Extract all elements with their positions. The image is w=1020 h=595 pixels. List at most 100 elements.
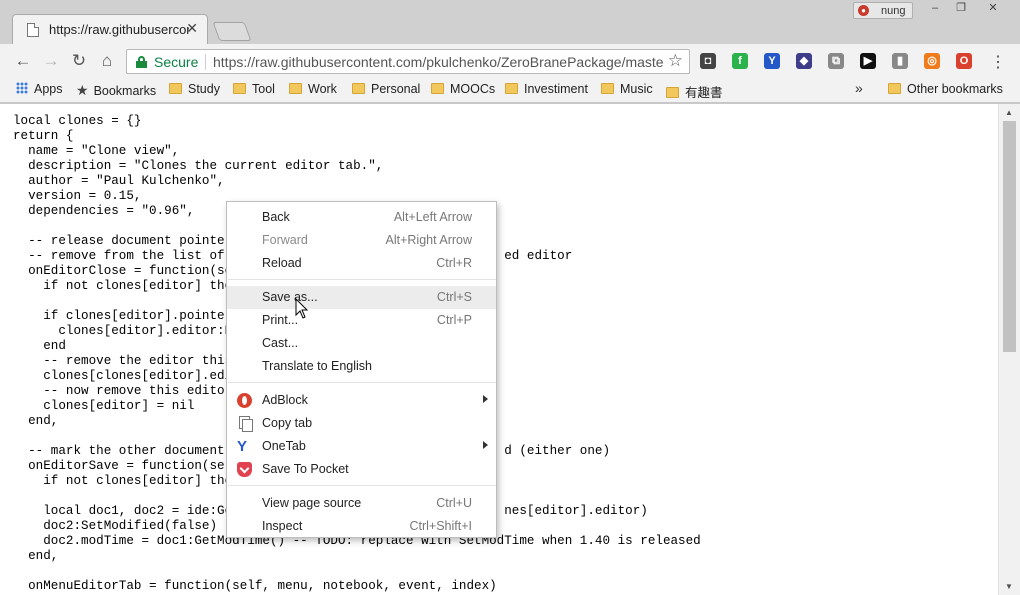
lock-icon xyxy=(136,56,147,68)
bookmark-folder-music[interactable]: Music xyxy=(601,82,653,96)
menu-item-label: Cast... xyxy=(262,336,299,350)
pocket-icon[interactable]: ◘ xyxy=(700,53,716,69)
title-bar: https://raw.githubusercontent.com/pkulch… xyxy=(0,0,1020,44)
bookmark-label: MOOCs xyxy=(450,82,496,96)
bookmark-label: Investiment xyxy=(524,82,588,96)
feedly-icon[interactable]: f xyxy=(732,53,748,69)
mouse-pointer-icon xyxy=(295,298,309,319)
bookmark-folder-work[interactable]: Work xyxy=(289,82,337,96)
bookmark-folder-personal[interactable]: Personal xyxy=(352,82,420,96)
menu-item-translate[interactable]: Translate to English xyxy=(227,355,496,378)
scroll-thumb[interactable] xyxy=(1003,121,1016,352)
browser-tab[interactable]: https://raw.githubusercontent.com/pkulch… xyxy=(12,14,208,44)
code-line: onMenuEditorTab = function(self, menu, n… xyxy=(13,579,497,593)
menu-item-cast[interactable]: Cast... xyxy=(227,332,496,355)
menu-item-label: OneTab xyxy=(262,439,306,453)
terminal-icon[interactable]: ▶ xyxy=(860,53,876,69)
folder-icon xyxy=(601,83,614,94)
bookmark-folder-investiment[interactable]: Investiment xyxy=(505,82,588,96)
bookmark-folder-study[interactable]: Study xyxy=(169,82,220,96)
scroll-up-arrow-icon[interactable]: ▲ xyxy=(1005,108,1013,117)
new-tab-button[interactable] xyxy=(212,22,252,41)
minimize-button[interactable]: – xyxy=(924,2,946,16)
copy-tab-icon[interactable]: ⧉ xyxy=(828,53,844,69)
tab-close-button[interactable]: ✕ xyxy=(186,20,198,37)
back-button[interactable]: ← xyxy=(12,50,34,72)
menu-item-adblock[interactable]: AdBlock xyxy=(227,389,496,412)
menu-item-shortcut: Alt+Right Arrow xyxy=(385,233,473,247)
code-line: end, xyxy=(13,549,59,563)
menu-item-back[interactable]: Back Alt+Left Arrow xyxy=(227,206,496,229)
bookmark-bookmarks[interactable]: ★ Bookmarks xyxy=(76,82,156,99)
folder-icon xyxy=(431,83,444,94)
bookmark-label: Tool xyxy=(252,82,275,96)
profile-button[interactable]: ● nung xyxy=(853,2,913,19)
menu-item-onetab[interactable]: Y OneTab xyxy=(227,435,496,458)
apps-icon xyxy=(16,82,28,94)
code-line: return { xyxy=(13,129,74,143)
star-icon: ★ xyxy=(76,82,89,98)
menu-item-shortcut: Ctrl+U xyxy=(436,496,472,510)
bookmark-label: Study xyxy=(188,82,220,96)
menu-separator xyxy=(228,279,496,280)
bookmark-folder-fun[interactable]: 有趣書 xyxy=(666,82,723,101)
address-bar[interactable]: Secure https://raw.githubusercontent.com… xyxy=(126,49,690,74)
onetab-icon[interactable]: Y xyxy=(764,53,780,69)
window-close-button[interactable]: ✕ xyxy=(982,2,1004,16)
adblock-icon[interactable]: O xyxy=(956,53,972,69)
menu-item-label: Forward xyxy=(262,233,308,247)
reader-icon[interactable]: ▮ xyxy=(892,53,908,69)
code-line: local clones = {} xyxy=(13,114,142,128)
maximize-button[interactable]: ❐ xyxy=(950,2,972,16)
folder-icon xyxy=(233,83,246,94)
bookmark-folder-other[interactable]: Other bookmarks xyxy=(888,82,1003,96)
scroll-down-arrow-icon[interactable]: ▼ xyxy=(1005,582,1013,591)
bookmark-star-icon[interactable]: ☆ xyxy=(668,51,683,71)
menu-item-label: Inspect xyxy=(262,519,303,533)
toolbar: ← → ↻ ⌂ Secure https://raw.githubusercon… xyxy=(0,44,1020,78)
folder-icon xyxy=(352,83,365,94)
home-button[interactable]: ⌂ xyxy=(96,50,118,72)
menu-item-label: Copy tab xyxy=(262,416,313,430)
bookmark-folder-tool[interactable]: Tool xyxy=(233,82,275,96)
submenu-arrow-icon xyxy=(483,395,488,403)
menu-item-label: Save as... xyxy=(262,290,318,304)
reload-button[interactable]: ↻ xyxy=(68,50,90,72)
secure-label[interactable]: Secure xyxy=(154,54,198,70)
menu-item-inspect[interactable]: Inspect Ctrl+Shift+I xyxy=(227,515,496,538)
folder-icon xyxy=(666,87,679,98)
page-content: local clones = {} return { name = "Clone … xyxy=(0,104,998,595)
adblock-icon xyxy=(237,393,252,408)
extension-icon[interactable]: ◆ xyxy=(796,53,812,69)
menu-separator xyxy=(228,382,496,383)
bookmark-label: Other bookmarks xyxy=(907,82,1003,96)
menu-item-forward[interactable]: Forward Alt+Right Arrow xyxy=(227,229,496,252)
menu-item-label: AdBlock xyxy=(262,393,308,407)
menu-item-shortcut: Ctrl+S xyxy=(436,290,472,304)
menu-item-save-as[interactable]: Save as... Ctrl+S xyxy=(227,286,496,309)
onetab-icon: Y xyxy=(237,438,248,455)
menu-item-shortcut: Ctrl+P xyxy=(436,313,472,327)
browser-menu-icon[interactable]: ⋮ xyxy=(990,52,1006,72)
forward-button[interactable]: → xyxy=(40,50,62,72)
vertical-scrollbar[interactable]: ▲ ▼ xyxy=(998,104,1020,595)
menu-item-reload[interactable]: Reload Ctrl+R xyxy=(227,252,496,275)
menu-item-print[interactable]: Print... Ctrl+P xyxy=(227,309,496,332)
context-menu: Back Alt+Left Arrow Forward Alt+Right Ar… xyxy=(226,201,497,538)
menu-item-label: Reload xyxy=(262,256,302,270)
bookmark-apps[interactable]: Apps xyxy=(16,82,63,96)
copy-icon xyxy=(237,416,253,432)
menu-item-view-source[interactable]: View page source Ctrl+U xyxy=(227,492,496,515)
bookmark-label: 有趣書 xyxy=(685,86,723,100)
menu-item-label: Save To Pocket xyxy=(262,462,349,476)
menu-separator xyxy=(228,485,496,486)
bookmark-folder-moocs[interactable]: MOOCs xyxy=(431,82,495,96)
menu-item-save-to-pocket[interactable]: Save To Pocket xyxy=(227,458,496,481)
circle-extension-icon[interactable]: ◎ xyxy=(924,53,940,69)
more-bookmarks-button[interactable]: » xyxy=(855,80,863,96)
url-text[interactable]: https://raw.githubusercontent.com/pkulch… xyxy=(213,54,663,70)
code-line: author = "Paul Kulchenko", xyxy=(13,174,225,188)
menu-item-copy-tab[interactable]: Copy tab xyxy=(227,412,496,435)
menu-item-shortcut: Alt+Left Arrow xyxy=(393,210,472,224)
